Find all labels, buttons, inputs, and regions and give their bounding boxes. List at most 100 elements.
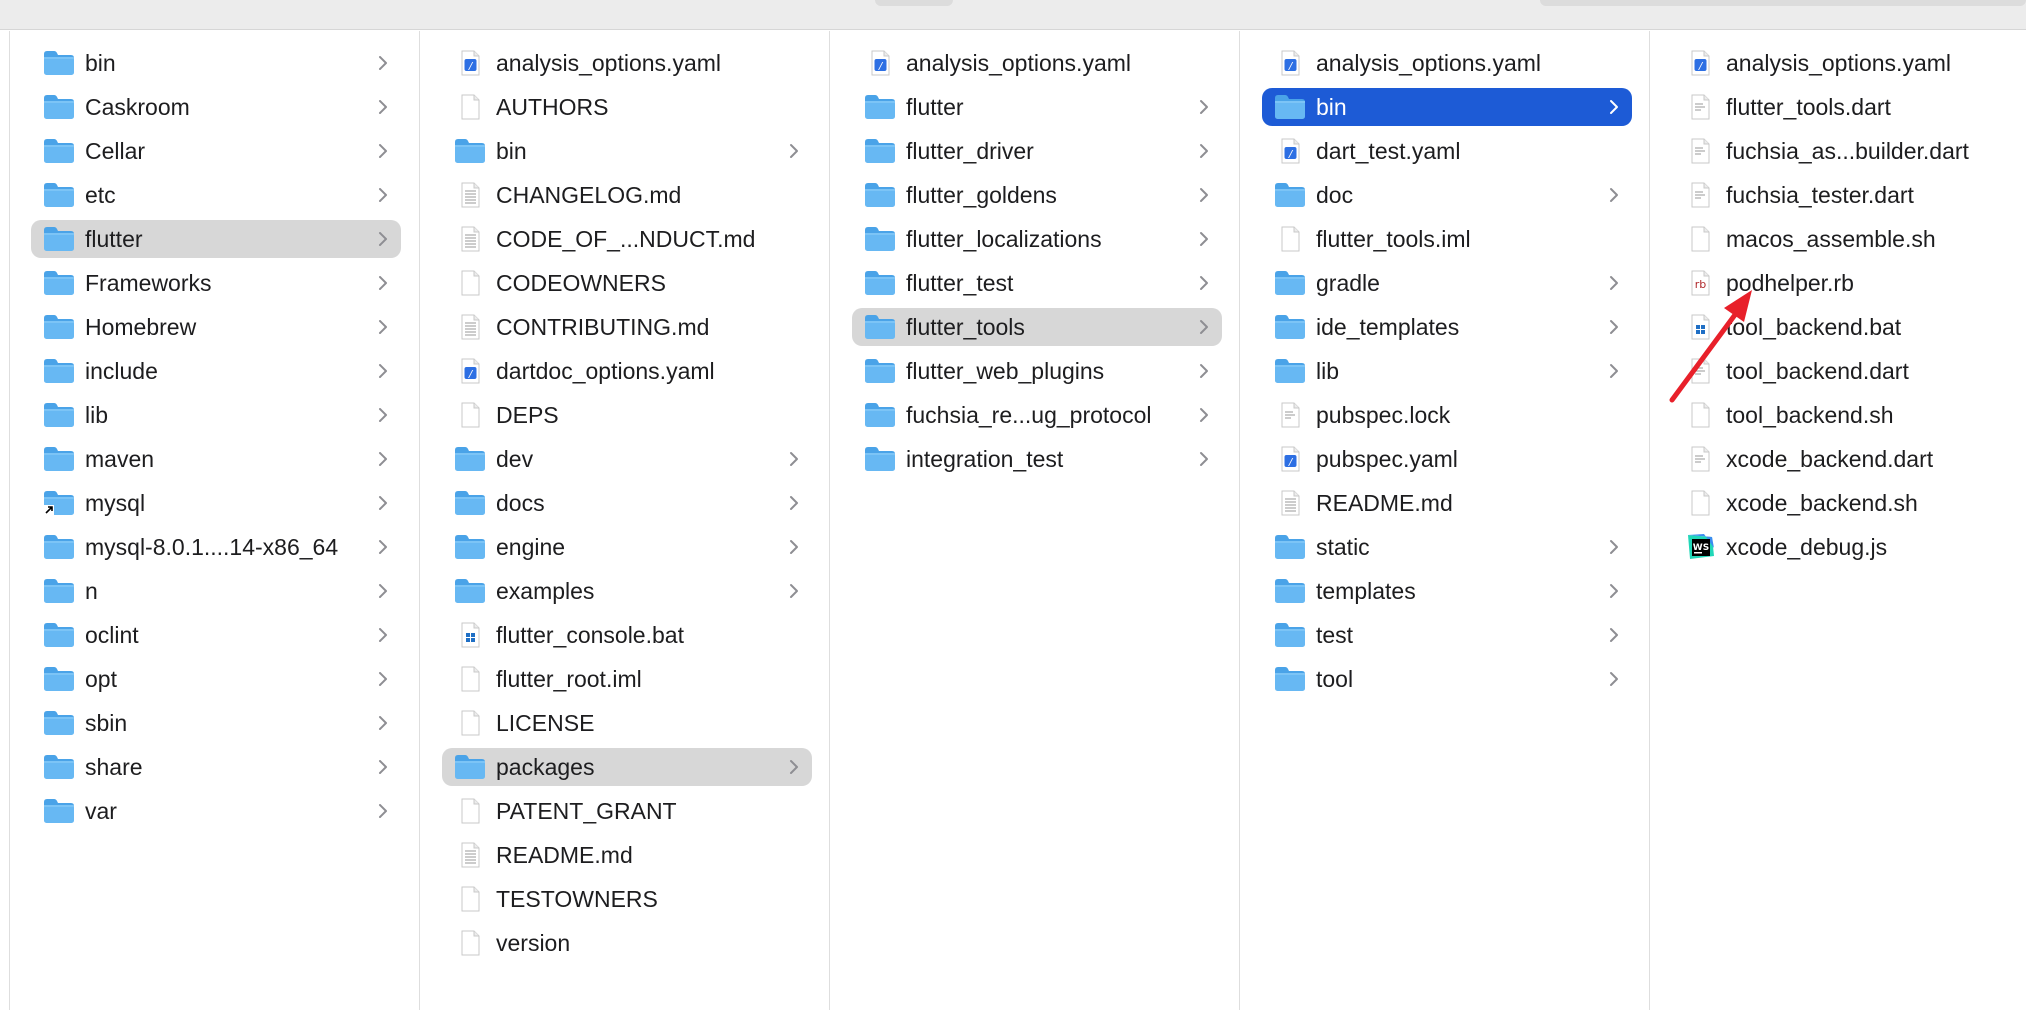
folder-row[interactable]: include: [31, 352, 401, 390]
folder-row[interactable]: flutter: [31, 220, 401, 258]
folder-row[interactable]: templates: [1262, 572, 1632, 610]
file-row[interactable]: README.md: [1262, 484, 1632, 522]
chevron-right-icon: [1606, 99, 1622, 115]
browser-column-1[interactable]: bin Caskroom Cellar etc flutter Frameworks Hom…: [9, 31, 419, 1010]
document-icon: [1684, 226, 1716, 252]
folder-row[interactable]: etc: [31, 176, 401, 214]
file-row[interactable]: tool_backend.sh: [1672, 396, 2009, 434]
folder-row[interactable]: Homebrew: [31, 308, 401, 346]
item-label: tool_backend.sh: [1726, 402, 1894, 428]
file-row[interactable]: CODEOWNERS: [442, 264, 812, 302]
folder-row[interactable]: flutter_localizations: [852, 220, 1222, 258]
folder-row[interactable]: ide_templates: [1262, 308, 1632, 346]
folder-row[interactable]: docs: [442, 484, 812, 522]
browser-column-4[interactable]: / analysis_options.yamlbin / dart_test.yaml…: [1239, 31, 1649, 1010]
file-row[interactable]: / analysis_options.yaml: [852, 44, 1222, 82]
item-label: flutter: [85, 226, 143, 252]
file-row[interactable]: flutter_console.bat: [442, 616, 812, 654]
file-row[interactable]: fuchsia_tester.dart: [1672, 176, 2009, 214]
file-row[interactable]: xcode_backend.sh: [1672, 484, 2009, 522]
file-row[interactable]: CONTRIBUTING.md: [442, 308, 812, 346]
folder-icon: [1274, 534, 1306, 560]
file-row[interactable]: WS xcode_debug.js: [1672, 528, 2009, 566]
folder-row[interactable]: lib: [31, 396, 401, 434]
chevron-right-icon: [1196, 99, 1212, 115]
browser-column-3[interactable]: / analysis_options.yamlflutter flutter_dri…: [829, 31, 1239, 1010]
text-document-icon: [454, 226, 486, 252]
file-row[interactable]: DEPS: [442, 396, 812, 434]
browser-column-2[interactable]: / analysis_options.yaml AUTHORS bin CHANGELO…: [419, 31, 829, 1010]
folder-row[interactable]: bin: [1262, 88, 1632, 126]
toolbar-segment[interactable]: [875, 0, 953, 6]
folder-row[interactable]: fuchsia_re...ug_protocol: [852, 396, 1222, 434]
folder-row[interactable]: opt: [31, 660, 401, 698]
folder-row[interactable]: mysql: [31, 484, 401, 522]
file-row[interactable]: LICENSE: [442, 704, 812, 742]
folder-row[interactable]: n: [31, 572, 401, 610]
browser-column-5[interactable]: / analysis_options.yaml flutter_tools.dart…: [1649, 31, 2026, 1010]
folder-row[interactable]: Cellar: [31, 132, 401, 170]
folder-row[interactable]: flutter_web_plugins: [852, 352, 1222, 390]
folder-row[interactable]: packages: [442, 748, 812, 786]
folder-row[interactable]: flutter_tools: [852, 308, 1222, 346]
file-row[interactable]: rb podhelper.rb: [1672, 264, 2009, 302]
file-row[interactable]: flutter_root.iml: [442, 660, 812, 698]
folder-row[interactable]: var: [31, 792, 401, 830]
file-row[interactable]: tool_backend.bat: [1672, 308, 2009, 346]
file-row[interactable]: TESTOWNERS: [442, 880, 812, 918]
folder-row[interactable]: flutter: [852, 88, 1222, 126]
folder-row[interactable]: bin: [442, 132, 812, 170]
file-row[interactable]: / pubspec.yaml: [1262, 440, 1632, 478]
folder-row[interactable]: bin: [31, 44, 401, 82]
folder-row[interactable]: share: [31, 748, 401, 786]
file-row[interactable]: README.md: [442, 836, 812, 874]
file-row[interactable]: flutter_tools.dart: [1672, 88, 2009, 126]
search-field-edge[interactable]: [1540, 0, 2026, 6]
file-row[interactable]: xcode_backend.dart: [1672, 440, 2009, 478]
file-row[interactable]: / analysis_options.yaml: [1672, 44, 2009, 82]
folder-row[interactable]: static: [1262, 528, 1632, 566]
file-row[interactable]: PATENT_GRANT: [442, 792, 812, 830]
document-icon: [454, 930, 486, 956]
folder-row[interactable]: Frameworks: [31, 264, 401, 302]
folder-row[interactable]: mysql-8.0.1....14-x86_64: [31, 528, 401, 566]
folder-row[interactable]: tool: [1262, 660, 1632, 698]
file-row[interactable]: tool_backend.dart: [1672, 352, 2009, 390]
file-row[interactable]: / analysis_options.yaml: [1262, 44, 1632, 82]
folder-row[interactable]: sbin: [31, 704, 401, 742]
folder-row[interactable]: engine: [442, 528, 812, 566]
folder-icon: [1274, 94, 1306, 120]
folder-row[interactable]: examples: [442, 572, 812, 610]
folder-icon: [43, 50, 75, 76]
file-row[interactable]: pubspec.lock: [1262, 396, 1632, 434]
folder-row[interactable]: maven: [31, 440, 401, 478]
folder-row[interactable]: lib: [1262, 352, 1632, 390]
ruby-file-icon: rb: [1684, 270, 1716, 296]
chevron-right-icon: [1196, 319, 1212, 335]
item-label: n: [85, 578, 98, 604]
folder-row[interactable]: flutter_driver: [852, 132, 1222, 170]
folder-icon: [864, 270, 896, 296]
file-row[interactable]: version: [442, 924, 812, 962]
file-row[interactable]: / analysis_options.yaml: [442, 44, 812, 82]
folder-row[interactable]: flutter_goldens: [852, 176, 1222, 214]
file-row[interactable]: flutter_tools.iml: [1262, 220, 1632, 258]
file-row[interactable]: CHANGELOG.md: [442, 176, 812, 214]
file-row[interactable]: CODE_OF_...NDUCT.md: [442, 220, 812, 258]
folder-row[interactable]: dev: [442, 440, 812, 478]
folder-row[interactable]: integration_test: [852, 440, 1222, 478]
folder-row[interactable]: gradle: [1262, 264, 1632, 302]
item-label: lib: [1316, 358, 1340, 384]
folder-row[interactable]: doc: [1262, 176, 1632, 214]
folder-row[interactable]: flutter_test: [852, 264, 1222, 302]
file-row[interactable]: / dartdoc_options.yaml: [442, 352, 812, 390]
folder-row[interactable]: Caskroom: [31, 88, 401, 126]
folder-row[interactable]: oclint: [31, 616, 401, 654]
folder-row[interactable]: test: [1262, 616, 1632, 654]
file-row[interactable]: fuchsia_as...builder.dart: [1672, 132, 2009, 170]
chevron-right-icon: [1606, 319, 1622, 335]
file-row[interactable]: / dart_test.yaml: [1262, 132, 1632, 170]
item-label: macos_assemble.sh: [1726, 226, 1936, 252]
file-row[interactable]: macos_assemble.sh: [1672, 220, 2009, 258]
file-row[interactable]: AUTHORS: [442, 88, 812, 126]
